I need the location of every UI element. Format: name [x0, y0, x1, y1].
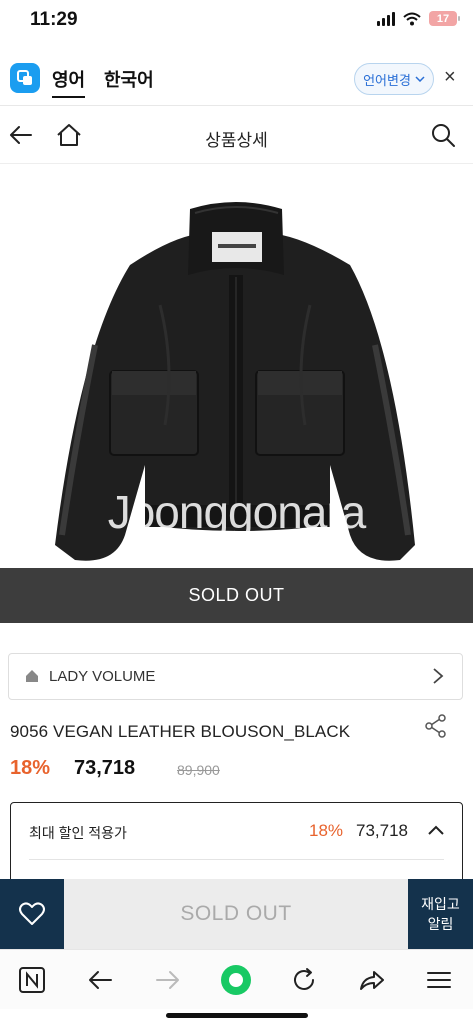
language-change-button[interactable]: 언어변경 [354, 63, 434, 95]
n-tab-icon[interactable] [18, 966, 46, 994]
menu-icon[interactable] [425, 966, 453, 994]
sold-out-button[interactable]: SOLD OUT [64, 879, 408, 949]
status-time: 11:29 [30, 9, 78, 30]
battery-level: 17 [436, 12, 450, 25]
translate-logo-icon [17, 70, 32, 85]
source-language-tab[interactable]: 영어 [52, 66, 86, 98]
page-title: 상품상세 [205, 131, 268, 150]
back-icon[interactable] [86, 966, 114, 994]
divider [29, 859, 444, 860]
wishlist-button[interactable] [0, 879, 64, 949]
page-header: 상품상세 [0, 108, 473, 164]
bottom-action-bar: SOLD OUT 재입고 알림 [0, 879, 473, 949]
product-name: 9056 VEGAN LEATHER BLOUSON_BLACK [10, 722, 351, 741]
reload-icon[interactable] [290, 966, 318, 994]
brand-name: LADY VOLUME [49, 668, 156, 685]
status-icons: 17 [377, 11, 460, 26]
chevron-up-icon[interactable] [427, 824, 445, 836]
sold-out-banner: SOLD OUT [0, 568, 473, 623]
max-discount-rate: 18% [309, 821, 344, 840]
translate-bar: 영어 한국어 언어변경 × [0, 50, 473, 106]
language-change-label: 언어변경 [363, 72, 411, 88]
share-icon[interactable] [358, 966, 386, 994]
status-bar: 11:29 17 [0, 0, 473, 46]
search-icon[interactable] [430, 122, 456, 148]
brand-link[interactable]: LADY VOLUME [8, 653, 463, 700]
watermark-text: Joonggonara [107, 486, 367, 538]
heart-icon [19, 902, 45, 925]
close-translate-button[interactable]: × [444, 66, 456, 89]
signal-icon [377, 11, 395, 26]
wifi-icon [403, 12, 421, 25]
chevron-down-icon [415, 76, 425, 82]
target-language-tab[interactable]: 한국어 [104, 66, 154, 92]
battery-icon: 17 [429, 11, 460, 26]
chevron-right-icon [433, 668, 444, 684]
max-discount-label: 최대 할인 적용가 [29, 825, 127, 841]
original-price: 89,900 [177, 762, 220, 778]
restock-label-line2: 알림 [427, 916, 454, 932]
discount-rate: 18% [10, 757, 51, 779]
brand-home-icon [26, 670, 38, 682]
max-discount-price: 73,718 [356, 821, 408, 840]
translate-app-logo [10, 63, 40, 93]
forward-icon[interactable] [154, 966, 182, 994]
share-icon[interactable] [425, 714, 447, 738]
home-indicator[interactable] [166, 1013, 308, 1018]
restock-alert-button[interactable]: 재입고 알림 [408, 879, 473, 949]
sale-price: 73,718 [74, 757, 136, 779]
restock-label-line1: 재입고 [421, 896, 460, 912]
browser-nav-bar [0, 949, 473, 1009]
green-dot-icon[interactable] [219, 963, 253, 997]
